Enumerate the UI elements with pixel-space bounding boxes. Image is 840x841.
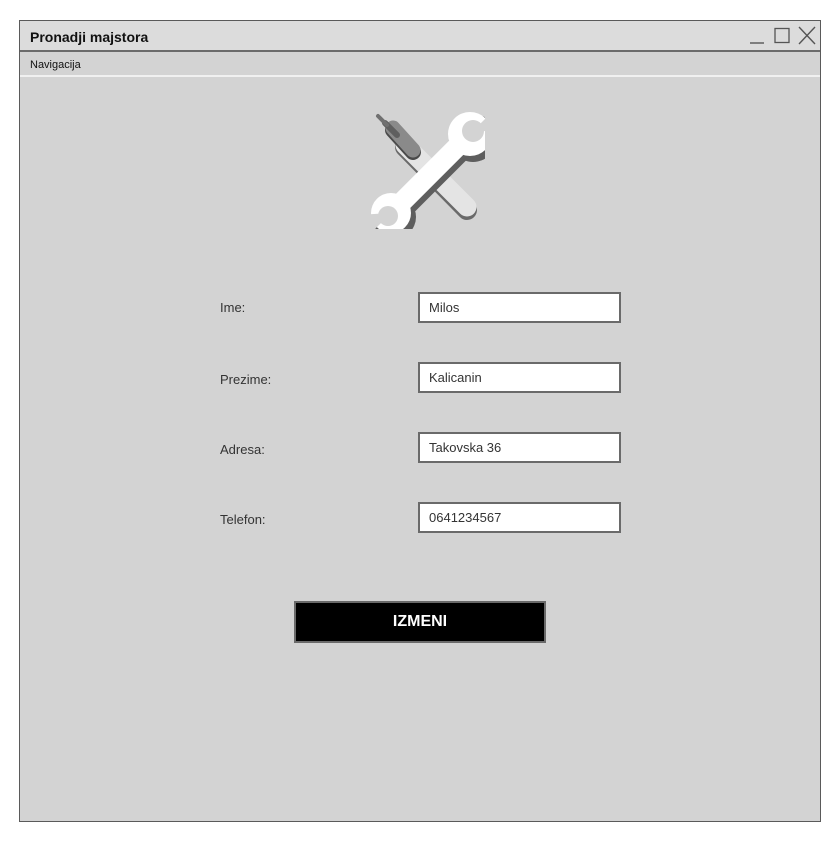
minimize-button[interactable] [746,25,768,47]
tools-icon [358,112,485,229]
maximize-icon [774,27,790,44]
close-icon [798,26,816,45]
prezime-label: Prezime: [220,372,272,387]
minimize-icon [750,42,764,44]
telefon-input[interactable] [418,502,621,533]
ime-input[interactable] [418,292,621,323]
izmeni-button[interactable]: IZMENI [294,601,546,643]
window-title: Pronadji majstora [30,29,149,45]
close-button[interactable] [796,25,818,47]
menu-item-navigacija[interactable]: Navigacija [30,59,81,71]
maximize-button[interactable] [771,25,793,47]
menu-bar: Navigacija [20,52,820,77]
telefon-label: Telefon: [220,512,266,527]
adresa-input[interactable] [418,432,621,463]
app-window: Pronadji majstora Navigacija Ime: Milos … [19,20,821,822]
ime-label: Ime: [220,300,246,315]
prezime-input[interactable] [418,362,621,393]
title-bar: Pronadji majstora [20,21,820,52]
adresa-label: Adresa: [220,442,265,457]
